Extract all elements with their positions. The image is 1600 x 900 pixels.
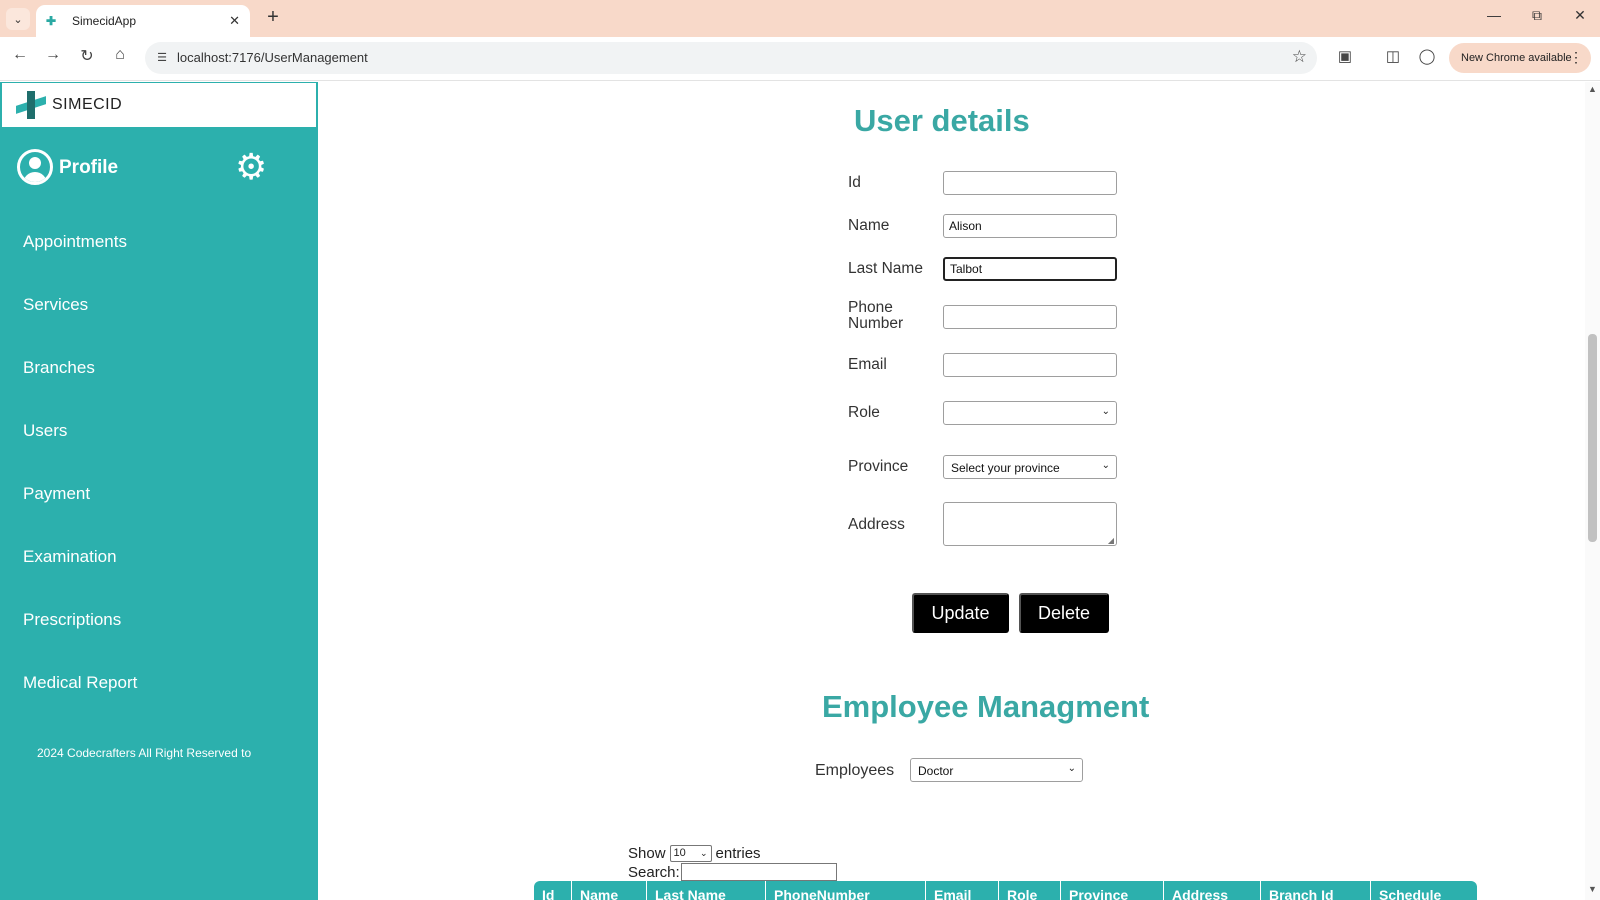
logo-icon — [16, 91, 48, 119]
side-panel-icon[interactable]: ◫ — [1382, 47, 1404, 65]
column-header[interactable]: Branch Id — [1261, 881, 1371, 900]
employees-label: Employees — [815, 762, 895, 779]
employees-selected-value: Doctor — [918, 764, 954, 778]
user-avatar-icon[interactable] — [17, 149, 53, 185]
forward-icon[interactable]: → — [42, 46, 64, 64]
home-icon[interactable]: ⌂ — [109, 46, 131, 64]
phone-number-field[interactable] — [943, 305, 1117, 329]
page-scrollbar[interactable]: ▲ ▼ — [1585, 82, 1600, 900]
search-label: Search: — [628, 863, 680, 881]
minimize-icon[interactable]: — — [1479, 7, 1509, 23]
column-header[interactable]: Role — [999, 881, 1061, 900]
address-label: Address — [848, 516, 905, 533]
browser-tab-bar: ⌄ ✚ SimecidApp ✕ + — ⧉ ✕ — [0, 0, 1600, 37]
column-header[interactable]: Province — [1061, 881, 1164, 900]
url-text: localhost:7176/UserManagement — [177, 50, 368, 65]
column-header[interactable]: PhoneNumber — [766, 881, 926, 900]
extensions-icon[interactable]: ▣ — [1334, 47, 1356, 65]
province-select[interactable]: Select your province ⌄ — [943, 455, 1117, 479]
chevron-down-icon: ⌄ — [1101, 406, 1110, 417]
restore-icon[interactable]: ⧉ — [1522, 7, 1552, 24]
search-input[interactable] — [680, 863, 837, 881]
email-label: Email — [848, 356, 887, 373]
address-bar[interactable]: ☰ localhost:7176/UserManagement ☆ — [145, 42, 1317, 74]
update-label: New Chrome available — [1461, 52, 1572, 64]
bookmark-star-icon[interactable]: ☆ — [1292, 47, 1307, 67]
brand-name: SIMECID — [52, 96, 123, 113]
sidebar-item-users[interactable]: Users — [23, 421, 303, 484]
delete-button[interactable]: Delete — [1019, 593, 1109, 633]
employees-table-header: Id Name Last Name PhoneNumber Email Role… — [534, 881, 1477, 900]
column-header[interactable]: Last Name — [647, 881, 766, 900]
phone-number-label: Phone Number — [848, 299, 904, 332]
profile-row: Profile ⚙ — [17, 149, 277, 189]
show-label: Show — [628, 845, 666, 862]
browser-toolbar: ← → ↻ ⌂ ☰ localhost:7176/UserManagement … — [0, 37, 1600, 81]
employees-select[interactable]: Doctor ⌄ — [910, 758, 1083, 782]
profile-link[interactable]: Profile — [59, 157, 118, 179]
page-title: User details — [854, 103, 1030, 138]
scroll-down-arrow-icon[interactable]: ▼ — [1588, 884, 1597, 894]
close-window-icon[interactable]: ✕ — [1565, 7, 1595, 24]
footer-copyright: 2024 Codecrafters All Right Reserved to — [37, 746, 252, 760]
update-button[interactable]: Update — [912, 593, 1009, 633]
address-textarea[interactable]: ◢ — [943, 502, 1117, 546]
column-header[interactable]: Id — [534, 881, 572, 900]
favicon-icon: ✚ — [46, 14, 57, 28]
chrome-update-button[interactable]: New Chrome available ⋮ — [1449, 43, 1591, 73]
sidebar-item-services[interactable]: Services — [23, 295, 303, 358]
sidebar-item-examination[interactable]: Examination — [23, 547, 303, 610]
province-label: Province — [848, 458, 909, 475]
sidebar-item-medical-report[interactable]: Medical Report — [23, 673, 303, 736]
id-label: Id — [848, 174, 861, 191]
table-search: Search: — [628, 863, 837, 881]
entries-label: entries — [715, 845, 761, 862]
entries-value: 10 — [673, 847, 686, 859]
scroll-up-arrow-icon[interactable]: ▲ — [1588, 84, 1597, 94]
tab-title: SimecidApp — [72, 14, 137, 28]
more-menu-icon[interactable]: ⋮ — [1569, 49, 1583, 66]
section-title: Employee Managment — [822, 689, 1150, 724]
column-header[interactable]: Schedule — [1371, 881, 1477, 900]
reload-icon[interactable]: ↻ — [76, 46, 98, 66]
name-field[interactable] — [943, 214, 1117, 238]
entries-select[interactable]: 10 ⌄ — [669, 845, 712, 862]
chevron-down-icon: ⌄ — [1101, 460, 1110, 471]
chevron-down-icon: ⌄ — [1067, 763, 1076, 774]
back-icon[interactable]: ← — [9, 46, 31, 64]
sidebar-item-appointments[interactable]: Appointments — [23, 232, 303, 295]
id-field[interactable] — [943, 171, 1117, 195]
chevron-down-icon: ⌄ — [699, 848, 708, 858]
sidebar-menu: Appointments Services Branches Users Pay… — [23, 232, 303, 736]
sidebar-item-branches[interactable]: Branches — [23, 358, 303, 421]
entries-length-control: Show 10 ⌄ entries — [628, 845, 761, 862]
tab-search-chevron-icon[interactable]: ⌄ — [6, 8, 30, 30]
role-label: Role — [848, 404, 880, 421]
column-header[interactable]: Email — [926, 881, 999, 900]
sidebar: SIMECID Profile ⚙ Appointments Services … — [0, 82, 318, 900]
role-select[interactable]: ⌄ — [943, 401, 1117, 425]
sidebar-item-prescriptions[interactable]: Prescriptions — [23, 610, 303, 673]
name-label: Name — [848, 217, 890, 234]
column-header[interactable]: Name — [572, 881, 647, 900]
email-field[interactable] — [943, 353, 1117, 377]
last-name-field[interactable] — [943, 257, 1117, 281]
profile-avatar-icon[interactable]: ◯ — [1416, 47, 1438, 65]
close-tab-icon[interactable]: ✕ — [229, 13, 240, 29]
gear-icon[interactable]: ⚙ — [235, 149, 267, 185]
sidebar-item-payment[interactable]: Payment — [23, 484, 303, 547]
new-tab-icon[interactable]: + — [262, 6, 284, 29]
last-name-label: Last Name — [848, 260, 923, 277]
browser-tab[interactable]: ✚ SimecidApp ✕ — [36, 5, 250, 37]
brand-header[interactable]: SIMECID — [1, 82, 317, 128]
resize-grip-icon[interactable]: ◢ — [1108, 536, 1114, 545]
province-selected-value: Select your province — [951, 461, 1060, 475]
column-header[interactable]: Address — [1164, 881, 1261, 900]
site-info-icon[interactable]: ☰ — [153, 49, 171, 67]
scrollbar-thumb[interactable] — [1588, 334, 1597, 542]
